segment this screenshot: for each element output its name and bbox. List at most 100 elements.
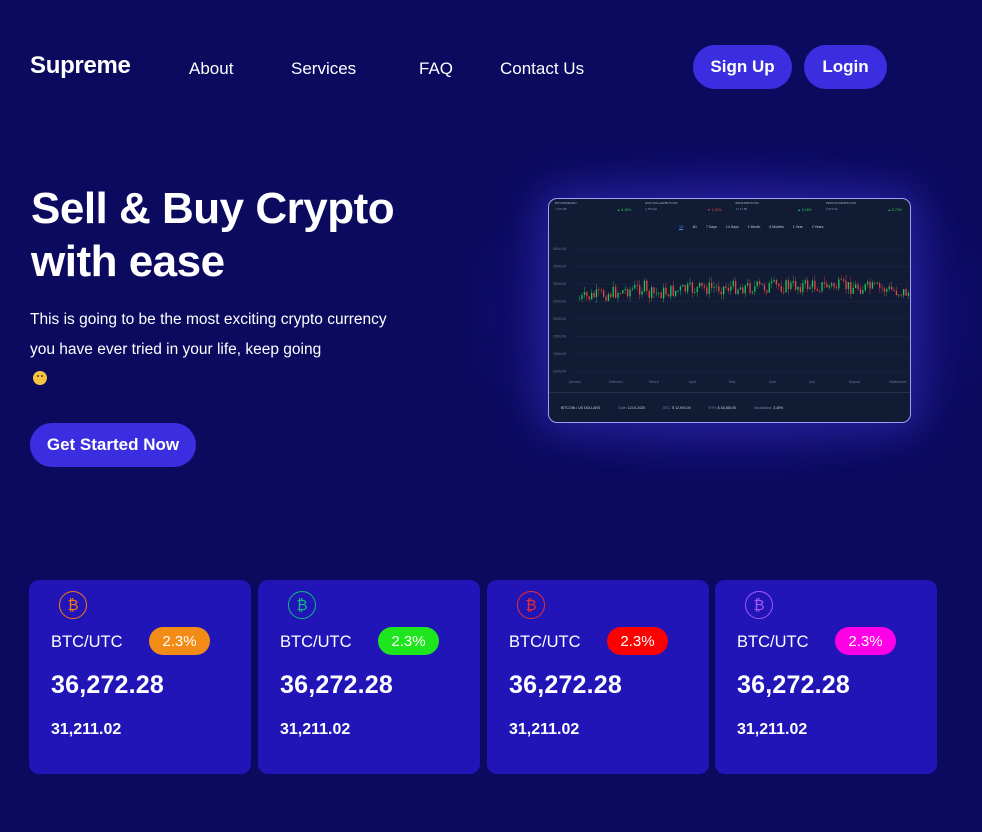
candle-body — [828, 285, 830, 288]
candle-body — [783, 291, 785, 293]
candle-body — [802, 283, 804, 293]
footer-date: Date: 12.01.2020 — [618, 406, 645, 410]
x-tick-label: September — [889, 380, 907, 384]
ticker-change: ▲ 6.73% — [887, 208, 902, 212]
candle-body — [679, 286, 682, 291]
candle-body — [804, 280, 806, 284]
nav-link-about[interactable]: About — [189, 59, 233, 79]
x-tick-label: March — [649, 380, 659, 384]
candle-body — [857, 284, 859, 290]
candle-body — [648, 290, 650, 298]
hero-subtitle: This is going to be the most exciting cr… — [30, 305, 450, 395]
candle-body — [893, 289, 895, 291]
range-option[interactable]: 4D — [692, 225, 696, 230]
card-pair: BTC/UTC — [280, 633, 352, 651]
range-option[interactable]: 1D — [679, 225, 684, 230]
y-tick-label: 1000.00 — [553, 352, 566, 356]
ticker-name: PROFOUND/BITCOIN — [825, 201, 856, 205]
footer-date-value: 12.01.2020 — [627, 405, 646, 410]
candle-body — [754, 286, 756, 292]
candle-body — [895, 290, 898, 295]
y-tick-label: 2500.00 — [553, 370, 566, 374]
crypto-card[interactable]: ₿ BTC/UTC 2.3% 36,272.28 31,211.02 — [715, 580, 937, 774]
card-sub-price: 31,211.02 — [737, 721, 808, 738]
candle-body — [840, 279, 842, 281]
candle-body — [619, 293, 622, 294]
range-option[interactable]: 7 Days — [706, 225, 717, 230]
ticker-item: PROFOUND/BITCOIN 2,573.00 ▲ 6.73% — [820, 199, 910, 217]
footer-eth-label: ETH: — [708, 405, 717, 410]
bitcoin-icon: ₿ — [288, 591, 316, 619]
candle-body — [677, 290, 679, 292]
footer-mod-label: Modulation: — [754, 405, 773, 410]
footer-eth-value: $ 18,365.00 — [717, 405, 737, 410]
candle-body — [773, 279, 775, 282]
candle-body — [797, 286, 799, 290]
change-badge: 2.3% — [607, 627, 668, 655]
candle-body — [747, 283, 749, 286]
get-started-button[interactable]: Get Started Now — [30, 423, 196, 467]
candle-body — [835, 287, 838, 289]
candle-body — [787, 280, 790, 290]
ticker-value: 7,171.85 — [555, 207, 567, 211]
candle-body — [634, 285, 636, 289]
candle-body — [598, 289, 600, 291]
candle-body — [821, 282, 823, 292]
ticker-row: BITCOIN/EURO 7,171.85 ▲ 6.18% EUR-DOLLAR/BI… — [549, 199, 910, 217]
crypto-card[interactable]: ₿ BTC/UTC 2.3% 36,272.28 31,211.02 — [29, 580, 251, 774]
range-option[interactable]: 1 Year — [793, 225, 803, 230]
range-option[interactable]: 1 Month — [748, 225, 761, 230]
candle-body — [591, 292, 593, 300]
card-price: 36,272.28 — [280, 671, 394, 699]
candle-body — [907, 292, 910, 296]
candle-body — [732, 280, 734, 287]
candle-body — [766, 290, 768, 293]
candle-body — [667, 294, 670, 297]
card-pair: BTC/UTC — [509, 633, 581, 651]
change-badge: 2.3% — [378, 627, 439, 655]
card-pair: BTC/UTC — [737, 633, 809, 651]
candle-body — [845, 280, 847, 290]
candle-body — [699, 282, 701, 287]
candle-body — [660, 292, 662, 299]
candle-body — [706, 287, 708, 294]
candle-body — [703, 285, 706, 288]
crypto-card[interactable]: ₿ BTC/UTC 2.3% 36,272.28 31,211.02 — [487, 580, 709, 774]
nav-link-services[interactable]: Services — [291, 59, 356, 79]
candle-body — [871, 282, 874, 289]
login-button[interactable]: Login — [804, 45, 887, 89]
candle-body — [735, 280, 737, 294]
footer-eth: ETH: $ 18,365.00 — [709, 406, 736, 410]
candle-body — [593, 292, 595, 298]
nav-link-contact[interactable]: Contact Us — [500, 59, 584, 79]
crypto-card[interactable]: ₿ BTC/UTC 2.3% 36,272.28 31,211.02 — [258, 580, 480, 774]
candle-body — [862, 290, 864, 294]
candle-body — [600, 289, 602, 291]
candle-body — [780, 286, 782, 292]
card-pair: BTC/UTC — [51, 633, 123, 651]
candle-body — [756, 281, 758, 287]
candle-body — [713, 287, 715, 288]
candle-body — [720, 291, 722, 295]
y-tick-label: 4000.00 — [553, 247, 566, 251]
candle-body — [900, 294, 902, 296]
candle-body — [684, 285, 686, 292]
range-option[interactable]: 6 Months — [769, 225, 783, 230]
sign-up-button[interactable]: Sign Up — [693, 45, 792, 89]
brand-logo[interactable]: Supreme — [30, 52, 131, 80]
range-option[interactable]: 2 Years — [812, 225, 824, 230]
candle-body — [903, 289, 905, 296]
candle-body — [850, 282, 852, 294]
candle-body — [687, 284, 689, 292]
card-price: 36,272.28 — [51, 671, 165, 699]
x-tick-label: May — [729, 380, 736, 384]
candle-body — [891, 286, 893, 290]
range-option[interactable]: 14 Days — [726, 225, 739, 230]
candle-body — [737, 289, 739, 294]
candle-body — [874, 282, 876, 284]
candle-body — [778, 284, 780, 287]
candle-body — [763, 284, 766, 291]
bitcoin-icon: ₿ — [517, 591, 545, 619]
ticker-name: BANKS/BITCOIN — [735, 201, 759, 205]
nav-link-faq[interactable]: FAQ — [419, 59, 453, 79]
